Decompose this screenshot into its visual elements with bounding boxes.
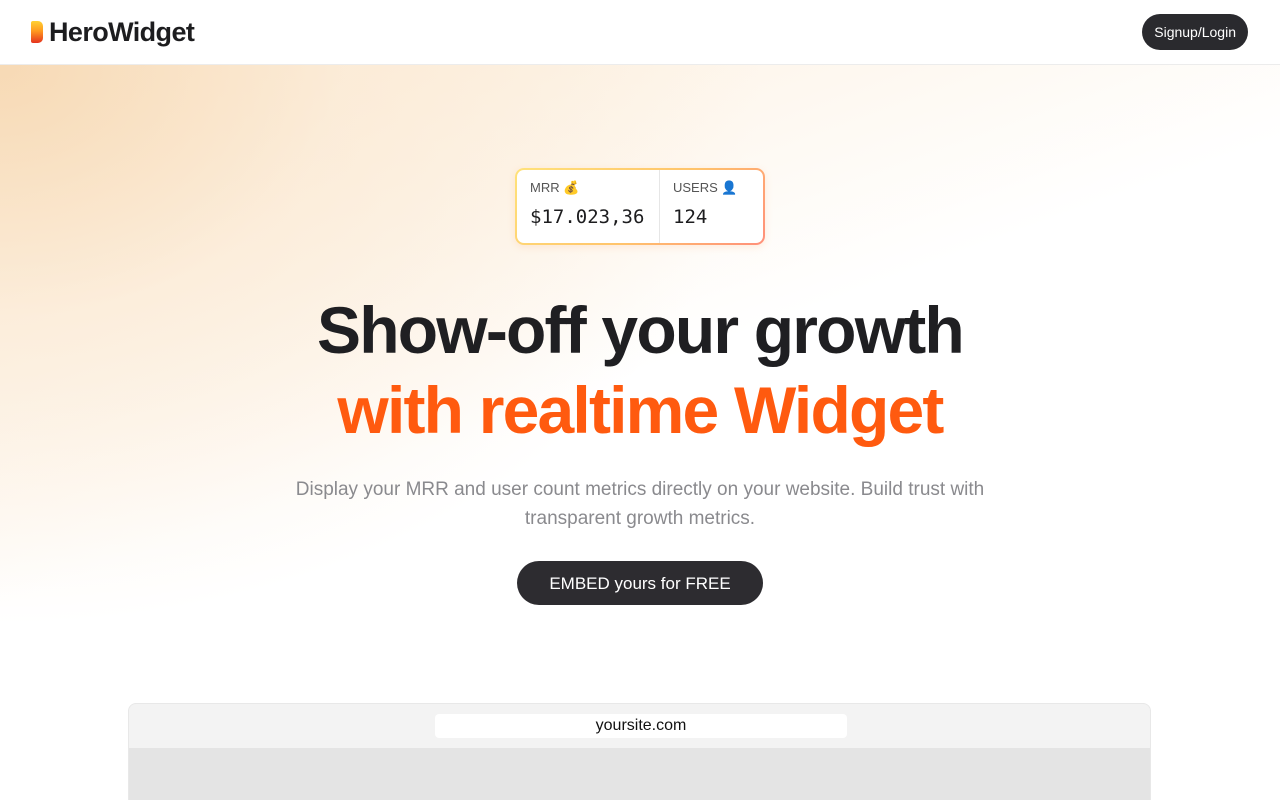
browser-url-field: yoursite.com [435, 714, 847, 738]
browser-content-area [129, 748, 1150, 800]
mrr-value: $17.023,36 [530, 206, 645, 228]
hero-subtitle: Display your MRR and user count metrics … [295, 479, 985, 529]
users-value: 124 [673, 206, 708, 228]
metrics-widget: MRR 💰 $17.023,36 USERS 👤 124 [515, 168, 765, 245]
signup-login-button[interactable]: Signup/Login [1142, 14, 1248, 50]
headline-line-1: Show-off your growth [317, 293, 965, 367]
embed-cta-button[interactable]: EMBED yours for FREE [517, 561, 763, 605]
brand-name: HeroWidget [49, 17, 195, 47]
logo-mark-icon [31, 21, 43, 43]
hero-headline: Show-off your growth with realtime Widge… [0, 290, 1280, 450]
mrr-label: MRR 💰 [530, 180, 580, 195]
hero-section: MRR 💰 $17.023,36 USERS 👤 124 Show-off yo… [0, 65, 1280, 800]
browser-toolbar: yoursite.com [129, 704, 1150, 748]
metrics-widget-body: MRR 💰 $17.023,36 USERS 👤 124 [517, 170, 763, 243]
top-header: HeroWidget Signup/Login [0, 0, 1280, 65]
users-label: USERS 👤 [673, 180, 738, 195]
mrr-metric: MRR 💰 $17.023,36 [517, 170, 660, 243]
brand-logo[interactable]: HeroWidget [31, 17, 195, 47]
browser-preview: yoursite.com [128, 703, 1151, 800]
users-metric: USERS 👤 124 [660, 170, 763, 243]
headline-line-2: with realtime Widget [337, 373, 944, 447]
